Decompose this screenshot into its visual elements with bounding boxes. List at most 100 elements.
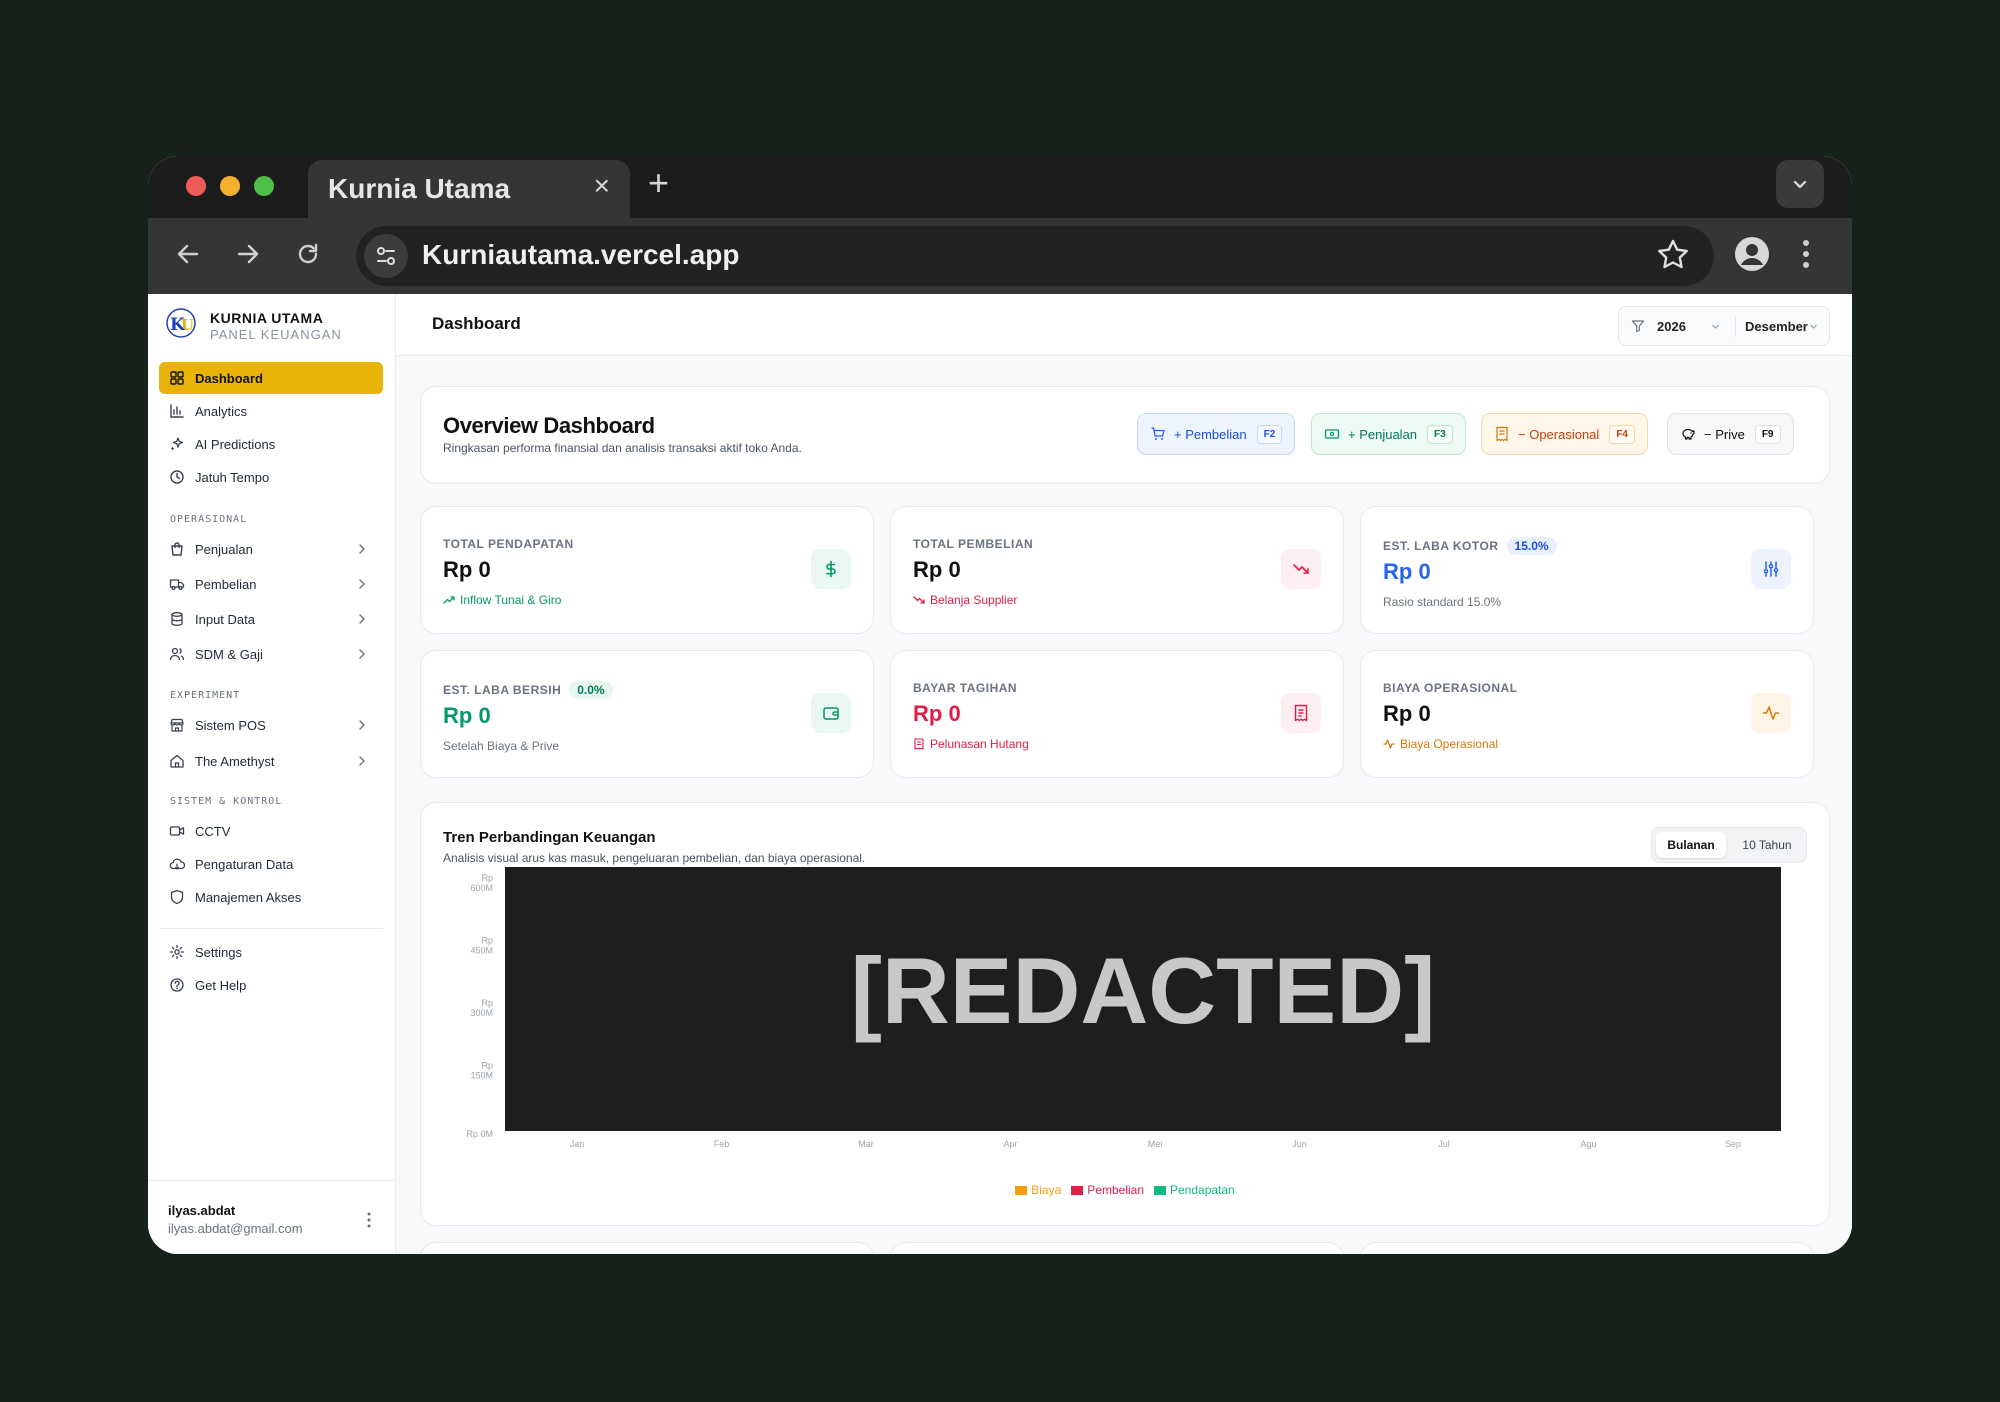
legend-label: Pendapatan bbox=[1170, 1183, 1235, 1197]
chevron-right-icon bbox=[359, 544, 365, 554]
stat-foot: Setelah Biaya & Prive bbox=[443, 739, 559, 753]
legend-item-pendapatan[interactable]: Pendapatan bbox=[1154, 1183, 1235, 1197]
sidebar-item-analytics[interactable]: Analytics bbox=[159, 395, 383, 427]
receipt-icon bbox=[1281, 693, 1321, 733]
sidebar-item-the-amethyst[interactable]: The Amethyst bbox=[159, 745, 383, 777]
home-icon bbox=[170, 754, 184, 768]
stat-foot-text: Biaya Operasional bbox=[1400, 737, 1499, 751]
profile-icon[interactable] bbox=[1734, 236, 1770, 272]
sidebar-item-pengaturan-data[interactable]: Pengaturan Data bbox=[159, 848, 383, 880]
add-penjualan-button[interactable]: + Penjualan F3 bbox=[1311, 413, 1466, 455]
help-icon bbox=[170, 978, 184, 992]
video-icon bbox=[169, 826, 185, 836]
cloud-icon bbox=[169, 858, 185, 870]
new-tab-button[interactable]: + bbox=[648, 162, 669, 204]
activity-icon bbox=[1751, 693, 1791, 733]
stat-label: BIAYA OPERASIONAL bbox=[1383, 681, 1518, 695]
browser-window: Kurnia Utama × + Kurniautama.vercel.app bbox=[148, 156, 1852, 1254]
page-title: Dashboard bbox=[432, 314, 521, 333]
sidebar-item-settings[interactable]: Settings bbox=[159, 936, 383, 968]
more-vertical-icon[interactable] bbox=[366, 1211, 372, 1229]
arrow-left-icon bbox=[177, 244, 199, 264]
stat-value: Rp 0 bbox=[443, 557, 491, 582]
shortcut-badge: F4 bbox=[1609, 424, 1635, 444]
legend-swatch bbox=[1015, 1185, 1028, 1195]
legend-item-biaya[interactable]: Biaya bbox=[1015, 1183, 1061, 1197]
sidebar-item-penjualan[interactable]: Penjualan bbox=[159, 533, 383, 565]
y-tick-label: Rp bbox=[481, 936, 493, 946]
overview-subtitle: Ringkasan performa finansial dan analisi… bbox=[443, 441, 802, 455]
back-button[interactable] bbox=[166, 232, 210, 276]
year-select[interactable]: 2026 bbox=[1657, 319, 1686, 334]
topbar: Dashboard 2026 Desember bbox=[396, 294, 1852, 356]
redacted-label: [REDACTED] bbox=[851, 938, 1436, 1043]
stat-label-text: TOTAL PEMBELIAN bbox=[913, 537, 1034, 551]
svg-text:U: U bbox=[181, 316, 194, 334]
button-label: + Pembelian bbox=[1174, 426, 1247, 442]
address-bar[interactable]: Kurniautama.vercel.app bbox=[356, 226, 1714, 286]
legend-swatch bbox=[1154, 1185, 1166, 1195]
sidebar-item-label: Dashboard bbox=[195, 370, 263, 386]
clock-icon bbox=[170, 470, 184, 484]
site-settings-icon[interactable] bbox=[364, 234, 408, 278]
section-label-sistem-kontrol: SISTEM & KONTROL bbox=[170, 796, 283, 807]
stat-card-total-pendapatan: TOTAL PENDAPATAN Rp 0 Inflow Tunai & Gir… bbox=[420, 506, 874, 634]
y-tick-label: 150M bbox=[470, 1071, 493, 1081]
sidebar-item-get-help[interactable]: Get Help bbox=[159, 969, 383, 1001]
sidebar-item-cctv[interactable]: CCTV bbox=[159, 815, 383, 847]
browser-menu-icon[interactable] bbox=[1796, 234, 1816, 274]
bottom-card bbox=[420, 1242, 874, 1254]
x-tick-label: Jun bbox=[1292, 1139, 1307, 1149]
user-account[interactable]: ilyas.abdat ilyas.abdat@gmail.com bbox=[148, 1180, 396, 1254]
maximize-window-button[interactable] bbox=[254, 176, 274, 196]
shortcut-badge: F2 bbox=[1256, 424, 1283, 444]
url-text[interactable]: Kurniautama.vercel.app bbox=[422, 239, 739, 271]
minimize-window-button[interactable] bbox=[220, 176, 240, 196]
sidebar-item-dashboard[interactable]: Dashboard bbox=[159, 362, 383, 394]
stat-foot: Pelunasan Hutang bbox=[913, 737, 1029, 751]
stat-card-biaya-operasional: BIAYA OPERASIONAL Rp 0 Biaya Operasional bbox=[1360, 650, 1814, 778]
tab-close-icon[interactable]: × bbox=[594, 170, 610, 202]
close-window-button[interactable] bbox=[186, 176, 206, 196]
chevron-down-icon bbox=[1810, 324, 1817, 329]
browser-tab[interactable]: Kurnia Utama × bbox=[308, 160, 630, 218]
trend-chart: Rp600MRp450MRp300MRp150MRp 0MJan Feb Mar Ap… bbox=[466, 867, 1781, 1149]
x-tick-label: Jul bbox=[1438, 1139, 1450, 1149]
cart-icon bbox=[1151, 427, 1165, 440]
sidebar-item-input-data[interactable]: Input Data bbox=[159, 603, 383, 635]
sidebar-item-label: Manajemen Akses bbox=[195, 889, 302, 905]
chevron-right-icon bbox=[359, 614, 365, 624]
stat-label-text: EST. LABA BERSIH bbox=[443, 683, 562, 697]
shortcut-badge: F9 bbox=[1754, 424, 1781, 444]
x-tick-label: Agu bbox=[1580, 1139, 1596, 1149]
tab-search-button[interactable] bbox=[1776, 160, 1824, 208]
brand-name: KURNIA UTAMA bbox=[210, 310, 324, 326]
legend-item-pembelian[interactable]: Pembelian bbox=[1071, 1183, 1144, 1197]
section-label-operasional: OPERASIONAL bbox=[170, 514, 248, 525]
user-email: ilyas.abdat@gmail.com bbox=[168, 1221, 303, 1236]
add-operasional-button[interactable]: − Operasional F4 bbox=[1481, 413, 1648, 455]
add-pembelian-button[interactable]: + Pembelian F2 bbox=[1137, 413, 1296, 455]
sidebar-item-ai-predictions[interactable]: AI Predictions bbox=[159, 428, 383, 460]
overview-card: Overview Dashboard Ringkasan performa fi… bbox=[420, 386, 1830, 484]
stat-label-text: BIAYA OPERASIONAL bbox=[1383, 681, 1518, 695]
y-tick-label: Rp bbox=[481, 1061, 493, 1071]
reload-button[interactable] bbox=[286, 232, 330, 276]
sidebar-item-pembelian[interactable]: Pembelian bbox=[159, 568, 383, 600]
sidebar-item-label: Jatuh Tempo bbox=[195, 469, 270, 485]
add-prive-button[interactable]: − Prive F9 bbox=[1667, 413, 1794, 455]
month-select[interactable]: Desember bbox=[1745, 319, 1808, 334]
stat-label-text: BAYAR TAGIHAN bbox=[913, 681, 1018, 695]
arrow-right-icon bbox=[237, 244, 259, 264]
bookmark-star-icon[interactable] bbox=[1654, 236, 1692, 274]
chevron-down-icon bbox=[1793, 180, 1807, 189]
sidebar-item-sdm-gaji[interactable]: SDM & Gaji bbox=[159, 638, 383, 670]
forward-button[interactable] bbox=[226, 232, 270, 276]
sidebar-item-jatuh-tempo[interactable]: Jatuh Tempo bbox=[159, 461, 383, 493]
sidebar-item-sistem-pos[interactable]: Sistem POS bbox=[159, 709, 383, 741]
toggle-10-tahun[interactable]: 10 Tahun bbox=[1732, 832, 1802, 858]
stat-label: EST. LABA KOTOR 15.0% bbox=[1383, 537, 1557, 555]
toggle-bulanan[interactable]: Bulanan bbox=[1656, 832, 1726, 858]
sidebar-item-manajemen-akses[interactable]: Manajemen Akses bbox=[159, 881, 383, 913]
sidebar-item-label: The Amethyst bbox=[195, 753, 275, 769]
